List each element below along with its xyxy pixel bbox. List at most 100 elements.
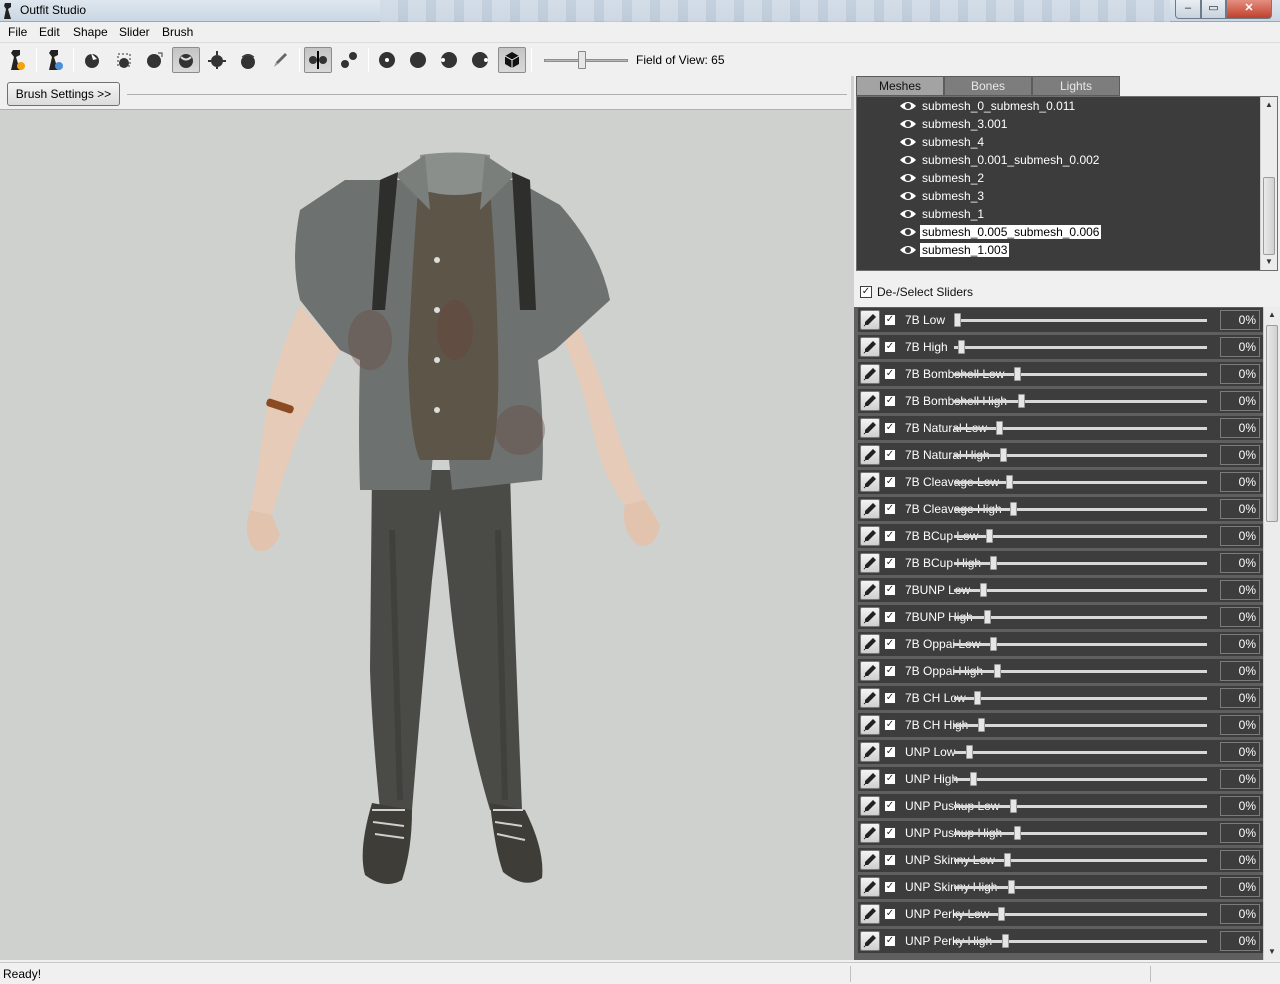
minimize-button[interactable]: ‒ [1175,0,1201,19]
slider-thumb[interactable] [1014,826,1021,840]
slider-track[interactable] [954,940,1207,943]
mesh-item[interactable]: submesh_1.003 [899,241,1010,259]
slider-track[interactable] [954,832,1207,835]
slider-edit-button[interactable] [860,742,880,762]
slider-value[interactable]: 0% [1220,445,1260,465]
slider-track[interactable] [954,751,1207,754]
tab-lights[interactable]: Lights [1032,76,1120,96]
mesh-list-scrollbar[interactable]: ▲ ▼ [1260,97,1277,270]
slider-track[interactable] [954,346,1207,349]
slider-track[interactable] [954,886,1207,889]
slider-checkbox[interactable]: ✓ [884,449,896,461]
slider-value[interactable]: 0% [1220,310,1260,330]
connected-only-button[interactable] [335,47,363,73]
fov-slider-track[interactable] [544,59,628,62]
slider-edit-button[interactable] [860,688,880,708]
slider-thumb[interactable] [1010,799,1017,813]
slider-value[interactable]: 0% [1220,661,1260,681]
slider-thumb[interactable] [998,907,1005,921]
scroll-down-icon[interactable]: ▼ [1261,254,1277,270]
inflate-brush-button[interactable] [141,47,169,73]
slider-track[interactable] [954,454,1207,457]
slider-value[interactable]: 0% [1220,769,1260,789]
slider-thumb[interactable] [986,529,993,543]
xmirror-button[interactable] [304,47,332,73]
slider-value[interactable]: 0% [1220,634,1260,654]
deselect-sliders-checkbox[interactable]: ✓ [860,286,872,298]
slider-track[interactable] [954,508,1207,511]
scroll-thumb[interactable] [1263,177,1275,255]
slider-edit-button[interactable] [860,418,880,438]
slider-edit-button[interactable] [860,472,880,492]
eye-icon[interactable] [899,190,917,202]
slider-checkbox[interactable]: ✓ [884,935,896,947]
brush-settings-button[interactable]: Brush Settings >> [7,82,120,106]
mesh-item[interactable]: submesh_4 [899,133,986,151]
slider-value[interactable]: 0% [1220,391,1260,411]
slider-checkbox[interactable]: ✓ [884,503,896,515]
menu-shape[interactable]: Shape [73,25,108,39]
slider-edit-button[interactable] [860,607,880,627]
deflate-brush-button[interactable] [172,47,200,73]
slider-thumb[interactable] [990,556,997,570]
slider-thumb[interactable] [1008,880,1015,894]
eye-icon[interactable] [899,154,917,166]
slider-checkbox[interactable]: ✓ [884,476,896,488]
menu-file[interactable]: File [8,25,27,39]
slider-edit-button[interactable] [860,796,880,816]
slider-value[interactable]: 0% [1220,904,1260,924]
slider-edit-button[interactable] [860,850,880,870]
slider-edit-button[interactable] [860,904,880,924]
eye-icon[interactable] [899,100,917,112]
slider-value[interactable]: 0% [1220,688,1260,708]
slider-thumb[interactable] [1010,502,1017,516]
slider-thumb[interactable] [1004,853,1011,867]
slider-edit-button[interactable] [860,715,880,735]
slider-checkbox[interactable]: ✓ [884,341,896,353]
slider-track[interactable] [954,913,1207,916]
scroll-down-icon[interactable]: ▼ [1264,944,1280,960]
mesh-item[interactable]: submesh_0.005_submesh_0.006 [899,223,1102,241]
slider-checkbox[interactable]: ✓ [884,422,896,434]
slider-checkbox[interactable]: ✓ [884,638,896,650]
fov-slider-thumb[interactable] [578,51,586,69]
slider-checkbox[interactable]: ✓ [884,584,896,596]
slider-checkbox[interactable]: ✓ [884,746,896,758]
slider-value[interactable]: 0% [1220,337,1260,357]
slider-thumb[interactable] [1000,448,1007,462]
deselect-sliders[interactable]: ✓ De-/Select Sliders [860,285,973,299]
slider-edit-button[interactable] [860,553,880,573]
slider-value[interactable]: 0% [1220,418,1260,438]
slider-list-scrollbar[interactable]: ▲ ▼ [1263,307,1280,960]
mesh-list[interactable]: submesh_0_submesh_0.011 submesh_3.001 subm… [856,96,1278,271]
slider-value[interactable]: 0% [1220,499,1260,519]
slider-checkbox[interactable]: ✓ [884,395,896,407]
slider-value[interactable]: 0% [1220,364,1260,384]
scroll-up-icon[interactable]: ▲ [1264,307,1280,323]
right-view-button[interactable] [466,47,494,73]
slider-checkbox[interactable]: ✓ [884,827,896,839]
slider-value[interactable]: 0% [1220,796,1260,816]
load-outfit-button[interactable] [41,47,69,73]
front-view-button[interactable] [373,47,401,73]
slider-value[interactable]: 0% [1220,553,1260,573]
slider-checkbox[interactable]: ✓ [884,314,896,326]
eye-icon[interactable] [899,244,917,256]
slider-thumb[interactable] [974,691,981,705]
slider-value[interactable]: 0% [1220,580,1260,600]
mesh-item[interactable]: submesh_1 [899,205,986,223]
slider-checkbox[interactable]: ✓ [884,908,896,920]
slider-edit-button[interactable] [860,580,880,600]
perspective-view-button[interactable] [498,47,526,73]
mask-brush-button[interactable] [110,47,138,73]
slider-track[interactable] [954,373,1207,376]
slider-checkbox[interactable]: ✓ [884,800,896,812]
slider-track[interactable] [954,319,1207,322]
slider-edit-button[interactable] [860,931,880,951]
weight-brush-button[interactable] [266,47,294,73]
slider-edit-button[interactable] [860,391,880,411]
slider-thumb[interactable] [996,421,1003,435]
slider-track[interactable] [954,670,1207,673]
slider-thumb[interactable] [970,772,977,786]
3d-viewport[interactable] [0,109,851,960]
